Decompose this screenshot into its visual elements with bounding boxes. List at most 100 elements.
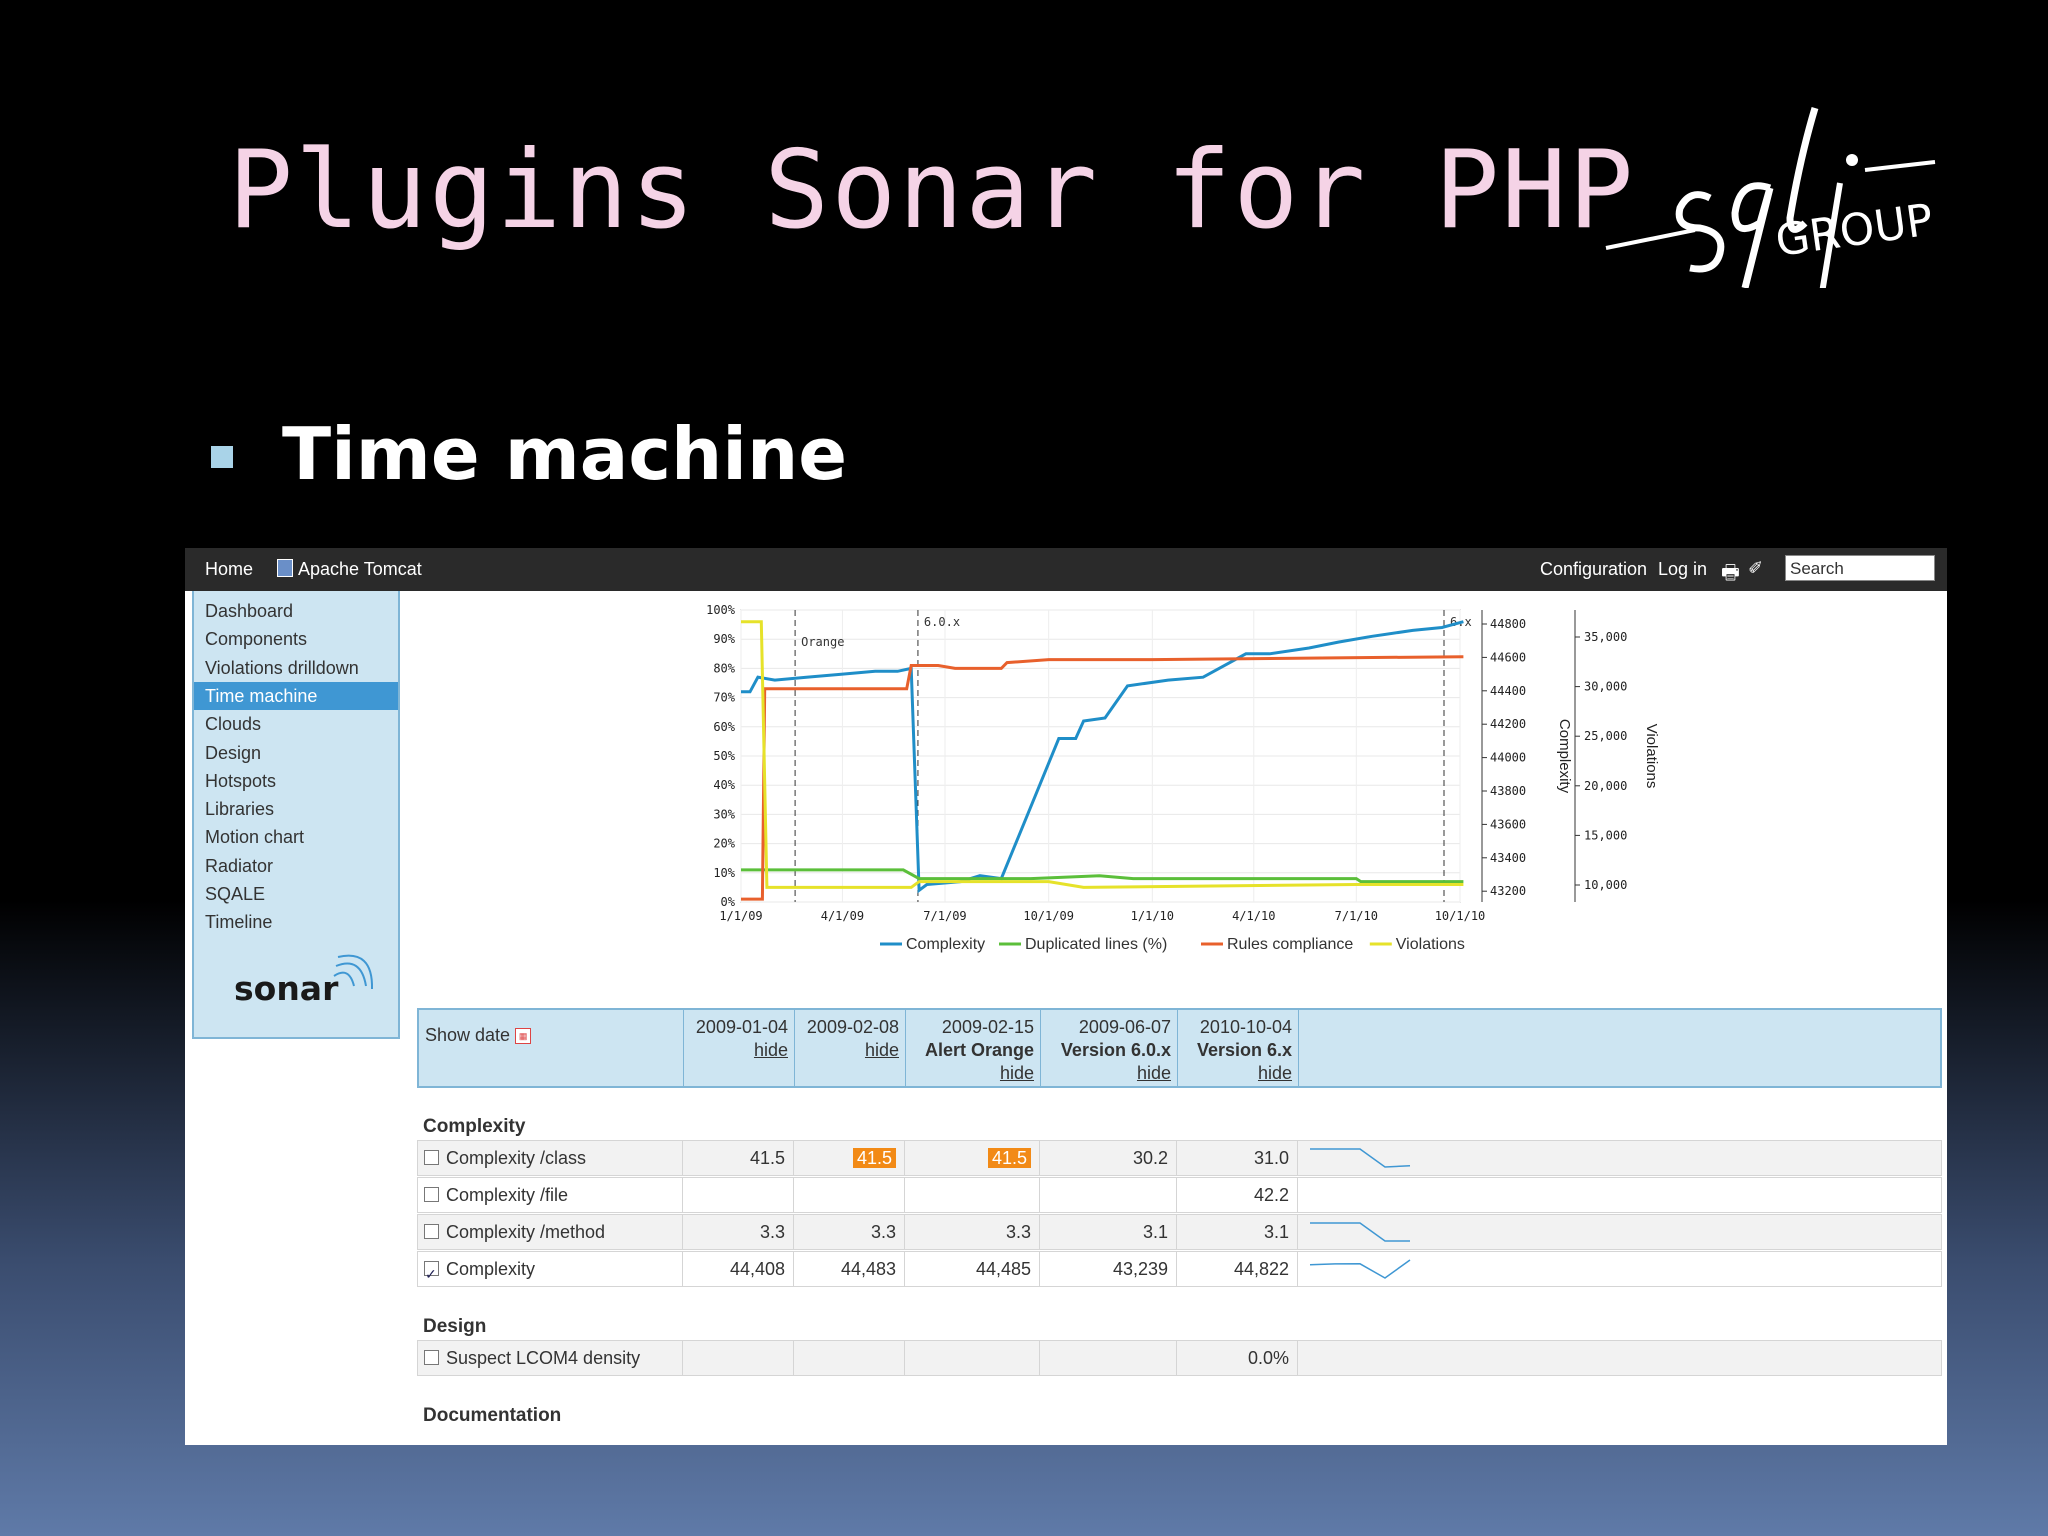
y-tick-label: 20% xyxy=(713,837,735,851)
column-date: 2010-10-04 xyxy=(1199,1017,1292,1037)
y-tick-label: 80% xyxy=(713,661,735,675)
violations-tick-label: 30,000 xyxy=(1584,680,1627,694)
x-tick-label: 1/1/10 xyxy=(1131,909,1174,923)
alert-value: 41.5 xyxy=(852,1148,896,1168)
trend-line xyxy=(1310,1222,1410,1242)
logo-group-text: GROUP xyxy=(1772,194,1936,266)
y-tick-label: 10% xyxy=(713,866,735,880)
metric-value: 42.2 xyxy=(1253,1185,1289,1205)
metric-value-cell xyxy=(794,1341,905,1375)
column-header-2009-01-04: 2009-01-04 hide xyxy=(684,1010,795,1086)
hide-column-link[interactable]: hide xyxy=(1137,1063,1171,1083)
violations-tick-label: 15,000 xyxy=(1584,828,1627,842)
bullet-text: Time machine xyxy=(282,412,848,496)
violations-tick-label: 10,000 xyxy=(1584,878,1627,892)
metric-value-cell xyxy=(905,1178,1040,1212)
metric-value-cell: 3.1 xyxy=(1040,1215,1177,1249)
x-tick-label: 10/1/09 xyxy=(1023,909,1074,923)
x-tick-label: 1/1/09 xyxy=(719,909,762,923)
metric-value-cell xyxy=(683,1178,794,1212)
metric-label: Complexity /method xyxy=(446,1222,606,1242)
y-tick-label: 50% xyxy=(713,749,735,763)
complexity-tick-label: 43200 xyxy=(1490,884,1526,898)
metric-value-cell: 44,408 xyxy=(683,1252,794,1286)
metric-name-cell: Complexity /class xyxy=(418,1141,683,1175)
legend-label: Violations xyxy=(1396,936,1465,953)
metric-value-cell: 31.0 xyxy=(1177,1141,1298,1175)
metric-value-cell: 43,239 xyxy=(1040,1252,1177,1286)
section-title-complexity: Complexity xyxy=(423,1116,526,1137)
complexity-tick-label: 44200 xyxy=(1490,717,1526,731)
metric-name-cell: Complexity xyxy=(418,1252,683,1291)
complexity-axis-label: Complexity xyxy=(1556,719,1573,794)
metric-value: 44,483 xyxy=(840,1259,896,1279)
metric-value-cell: 42.2 xyxy=(1177,1178,1298,1212)
metric-value: 43,239 xyxy=(1112,1259,1168,1279)
metric-name-cell: Complexity /file xyxy=(418,1178,683,1212)
violations-tick-label: 25,000 xyxy=(1584,729,1627,743)
show-date-label: Show date xyxy=(425,1025,511,1045)
metric-value-cell: 3.3 xyxy=(905,1215,1040,1249)
metric-value: 3.3 xyxy=(759,1222,785,1242)
column-date: 2009-06-07 xyxy=(1078,1017,1171,1037)
metric-value-cell: 3.1 xyxy=(1177,1215,1298,1249)
legend-label: Complexity xyxy=(906,936,985,953)
section-title-documentation: Documentation xyxy=(423,1405,562,1426)
sonar-logo: sonar xyxy=(234,969,339,1008)
metric-value: 31.0 xyxy=(1253,1148,1289,1168)
event-marker-label: 6.0.x xyxy=(924,615,960,629)
alert-value: 41.5 xyxy=(987,1148,1031,1168)
time-machine-header: Show date ▦ 2009-01-04 hide 2009-02-08 hide… xyxy=(417,1008,1942,1088)
metric-label: Complexity /class xyxy=(446,1148,587,1168)
column-header-2009-02-08: 2009-02-08 hide xyxy=(795,1010,906,1086)
complexity-tick-label: 43800 xyxy=(1490,784,1526,798)
violations-tick-label: 35,000 xyxy=(1584,630,1627,644)
metric-value-cell: 44,485 xyxy=(905,1252,1040,1286)
metric-value-cell: 0.0% xyxy=(1177,1341,1298,1375)
trend-sparkline xyxy=(1309,1259,1411,1279)
show-date-cell: Show date ▦ xyxy=(419,1010,684,1086)
metric-checkbox[interactable] xyxy=(424,1187,439,1202)
metric-value: 3.1 xyxy=(1142,1222,1168,1242)
metric-checkbox[interactable] xyxy=(424,1150,439,1165)
metric-value-cell: 30.2 xyxy=(1040,1141,1177,1175)
y-tick-label: 100% xyxy=(706,603,736,617)
trend-sparkline xyxy=(1310,1222,1410,1242)
metric-label: Complexity xyxy=(446,1259,536,1279)
metric-row: Complexity /class 41.5 41.5 41.5 30.2 31.0 xyxy=(417,1140,1942,1176)
metric-value-cell xyxy=(1040,1178,1177,1212)
metric-label: Suspect LCOM4 density xyxy=(446,1348,641,1368)
metric-value: 44,485 xyxy=(975,1259,1031,1279)
event-marker-label: Orange xyxy=(801,635,844,649)
column-date: 2009-02-08 xyxy=(806,1017,899,1037)
column-event: Version 6.0.x xyxy=(1060,1040,1171,1060)
complexity-tick-label: 44600 xyxy=(1490,650,1526,664)
metric-checkbox[interactable] xyxy=(424,1257,439,1291)
metric-value: 0.0% xyxy=(1247,1348,1289,1368)
metric-value-cell: 3.3 xyxy=(683,1215,794,1249)
y-tick-label: 40% xyxy=(713,778,735,792)
metric-name-cell: Complexity /method xyxy=(418,1215,683,1249)
y-tick-label: 90% xyxy=(713,632,735,646)
metric-value-cell: 3.3 xyxy=(794,1215,905,1249)
y-tick-label: 30% xyxy=(713,807,735,821)
metric-value: 44,822 xyxy=(1233,1259,1289,1279)
hide-column-link[interactable]: hide xyxy=(1258,1063,1292,1083)
complexity-tick-label: 44400 xyxy=(1490,684,1526,698)
metric-value: 30.2 xyxy=(1132,1148,1168,1168)
violations-axis-label: Violations xyxy=(1643,724,1660,789)
metric-value-cell: 41.5 xyxy=(794,1141,905,1175)
metric-row: Complexity 44,408 44,483 44,485 43,239 44,822 xyxy=(417,1251,1942,1291)
metric-checkbox[interactable] xyxy=(424,1224,439,1239)
x-tick-label: 10/1/10 xyxy=(1435,909,1486,923)
hide-column-link[interactable]: hide xyxy=(865,1040,899,1060)
section-title-design: Design xyxy=(423,1316,487,1337)
hide-column-link[interactable]: hide xyxy=(754,1040,788,1060)
column-date: 2009-01-04 xyxy=(695,1017,788,1037)
violations-tick-label: 20,000 xyxy=(1584,779,1627,793)
x-tick-label: 4/1/10 xyxy=(1232,909,1275,923)
calendar-icon[interactable]: ▦ xyxy=(515,1028,532,1044)
metric-checkbox[interactable] xyxy=(424,1350,439,1365)
metric-value-cell xyxy=(794,1178,905,1212)
hide-column-link[interactable]: hide xyxy=(1000,1063,1034,1083)
